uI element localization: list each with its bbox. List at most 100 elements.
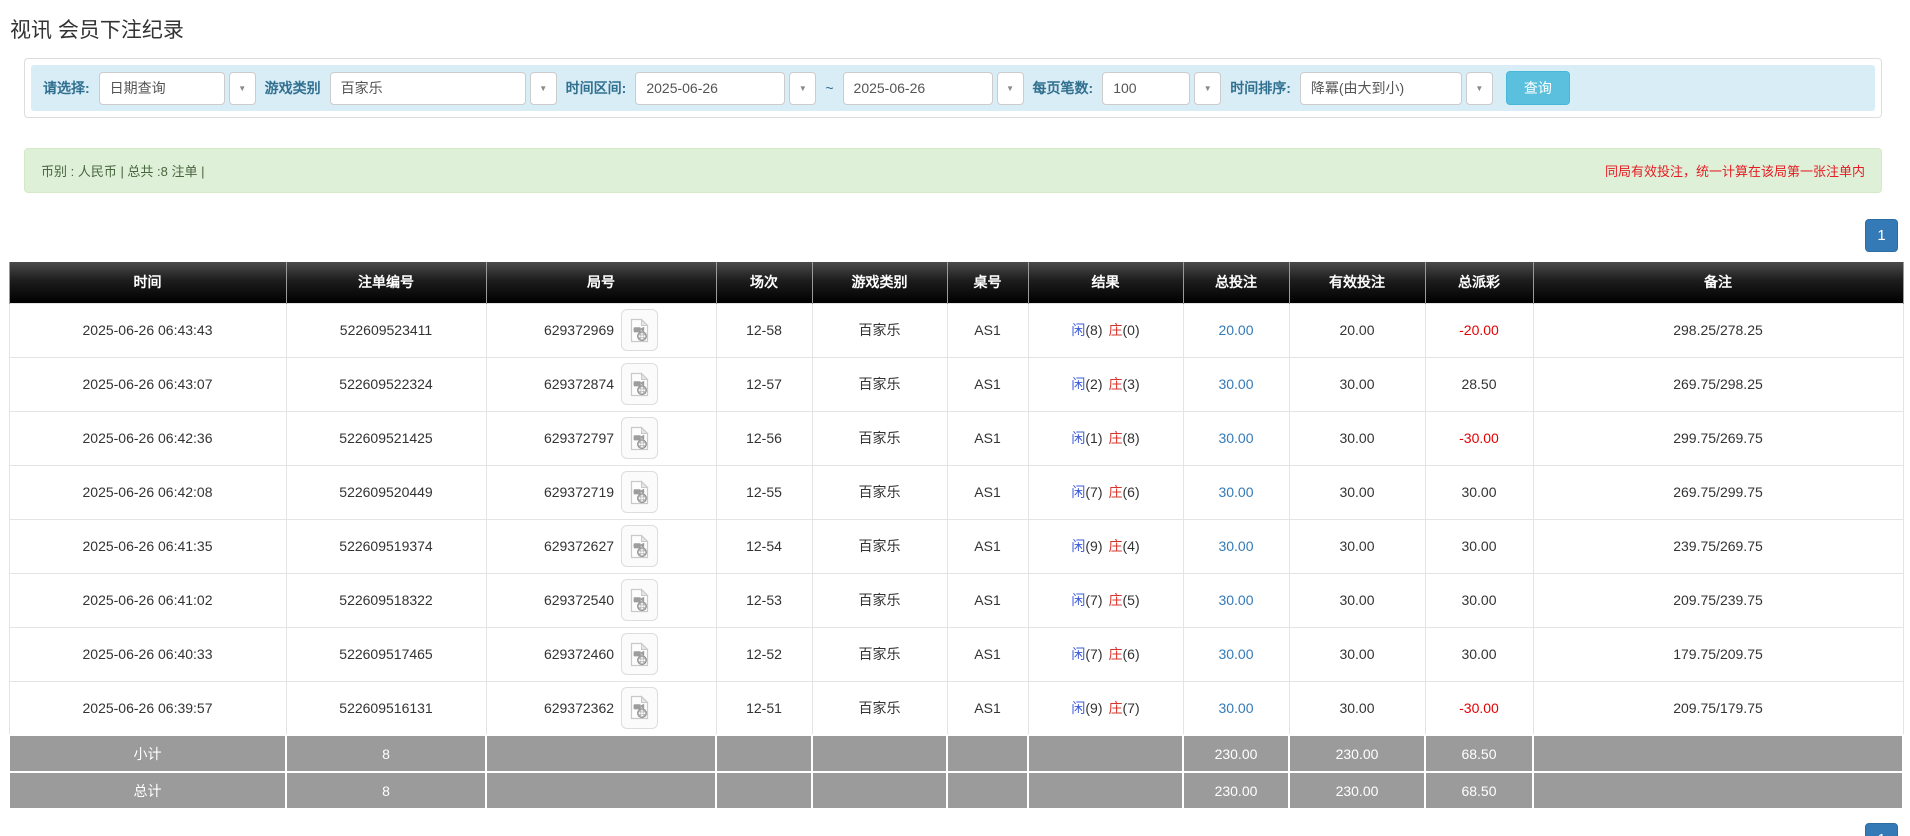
cell-table-no: AS1 <box>946 626 1029 682</box>
search-button[interactable]: 查询 <box>1505 71 1570 105</box>
cell-payout: 28.50 <box>1424 356 1534 412</box>
summary-bar: 币别 : 人民币 | 总共 :8 注单 | 同局有效投注，统一计算在该局第一张注… <box>24 148 1882 193</box>
cell-round-no: 629372797 <box>485 410 717 466</box>
cell-result: 闲(8) 庄(0) <box>1027 302 1184 358</box>
table-row: 2025-06-26 06:43:43 522609523411 6293729… <box>8 302 1904 358</box>
cell-session: 12-57 <box>715 356 813 412</box>
player-score: (9) <box>1085 538 1103 554</box>
round-number: 629372874 <box>543 376 615 392</box>
cell-round-no: 629372460 <box>485 626 717 682</box>
page-1-button[interactable]: 1 <box>1865 823 1898 836</box>
subtotal-payout: 68.50 <box>1424 734 1534 773</box>
cell-result: 闲(7) 庄(6) <box>1027 626 1184 682</box>
total-bet-link[interactable]: 30.00 <box>1218 376 1253 392</box>
total-bet-link[interactable]: 30.00 <box>1218 484 1253 500</box>
cell-bet-id: 522609516131 <box>285 680 487 736</box>
per-page-dropdown-button[interactable]: ▼ <box>1194 71 1222 105</box>
banker-label: 庄 <box>1108 376 1123 392</box>
video-replay-button[interactable] <box>621 417 659 459</box>
video-replay-button[interactable] <box>621 686 659 729</box>
game-type-input[interactable] <box>329 71 526 105</box>
sort-order-label: 时间排序: <box>1230 80 1291 96</box>
player-label: 闲 <box>1071 646 1086 662</box>
select-mode-input[interactable] <box>98 71 225 105</box>
table-header: 时间 注单编号 局号 场次 游戏类别 桌号 结果 总投注 有效投注 总派彩 备注 <box>8 262 1904 303</box>
game-type-dropdown-button[interactable]: ▼ <box>529 71 557 105</box>
game-type-label: 游戏类别 <box>264 80 321 96</box>
valid-bet-notice: 同局有效投注，统一计算在该局第一张注单内 <box>1604 164 1865 179</box>
subtotal-row: 小计 8 230.00 230.00 68.50 <box>8 734 1904 773</box>
total-bet-link[interactable]: 30.00 <box>1218 538 1253 554</box>
cell-round-no: 629372969 <box>485 302 717 358</box>
time-range-label: 时间区间: <box>565 80 627 96</box>
filter-bar: 请选择: ▼ 游戏类别 ▼ 时间区间: ▼ ~ ▼ 每页笔数: ▼ 时间排序: … <box>31 65 1875 111</box>
total-bet-link[interactable]: 30.00 <box>1218 430 1253 446</box>
sort-order-dropdown-button[interactable]: ▼ <box>1465 71 1493 105</box>
video-replay-button[interactable] <box>621 471 659 513</box>
video-replay-icon <box>630 695 649 720</box>
total-bet-link[interactable]: 30.00 <box>1218 700 1253 716</box>
cell-table-no: AS1 <box>946 302 1029 358</box>
select-mode-label: 请选择: <box>43 80 90 96</box>
date-from-input[interactable] <box>635 71 786 105</box>
cell-game-type: 百家乐 <box>811 356 948 412</box>
sort-order-input[interactable] <box>1299 71 1462 105</box>
cell-valid-bet: 30.00 <box>1288 356 1426 412</box>
table-row: 2025-06-26 06:40:33 522609517465 6293724… <box>8 626 1904 682</box>
cell-payout: 30.00 <box>1424 464 1534 520</box>
banker-score: (5) <box>1122 592 1140 608</box>
video-replay-button[interactable] <box>621 363 659 405</box>
video-replay-icon <box>630 425 649 450</box>
subtotal-total-bet: 230.00 <box>1182 734 1290 773</box>
select-mode-dropdown-button[interactable]: ▼ <box>228 71 256 105</box>
player-score: (1) <box>1085 430 1103 446</box>
banker-score: (4) <box>1122 538 1140 554</box>
video-replay-button[interactable] <box>621 579 659 621</box>
per-page-combobox: ▼ <box>1102 71 1222 105</box>
subtotal-label: 小计 <box>8 734 287 773</box>
cell-round-no: 629372719 <box>485 464 717 520</box>
player-label: 闲 <box>1071 699 1086 716</box>
video-replay-button[interactable] <box>621 525 659 567</box>
total-bet-link[interactable]: 20.00 <box>1218 322 1253 338</box>
page-1-button[interactable]: 1 <box>1865 219 1898 252</box>
cell-valid-bet: 30.00 <box>1288 680 1426 736</box>
table-row: 2025-06-26 06:41:02 522609518322 6293725… <box>8 572 1904 628</box>
cell-session: 12-54 <box>715 518 813 574</box>
cell-payout: -30.00 <box>1424 680 1534 736</box>
banker-score: (6) <box>1122 646 1140 662</box>
date-to-combobox: ▼ <box>842 71 1024 105</box>
cell-payout: 30.00 <box>1424 626 1534 682</box>
video-replay-button[interactable] <box>621 309 659 351</box>
cell-bet-id: 522609523411 <box>285 302 487 358</box>
col-header-round-no: 局号 <box>485 262 717 303</box>
date-to-dropdown-button[interactable]: ▼ <box>996 71 1024 105</box>
col-header-game-type: 游戏类别 <box>811 262 948 303</box>
total-bet-link[interactable]: 30.00 <box>1218 592 1253 608</box>
video-replay-button[interactable] <box>621 633 659 675</box>
cell-total-bet: 30.00 <box>1182 572 1290 628</box>
cell-bet-id: 522609518322 <box>285 572 487 628</box>
player-label: 闲 <box>1071 322 1086 338</box>
date-from-dropdown-button[interactable]: ▼ <box>789 71 817 105</box>
cell-game-type: 百家乐 <box>811 572 948 628</box>
cell-table-no: AS1 <box>946 572 1029 628</box>
cell-session: 12-58 <box>715 302 813 358</box>
pagination-bottom: 1 <box>0 823 1898 836</box>
date-to-input[interactable] <box>842 71 993 105</box>
chevron-down-icon: ▼ <box>238 83 247 93</box>
video-replay-icon <box>630 641 649 666</box>
total-label: 总计 <box>8 771 287 810</box>
cell-payout: -30.00 <box>1424 410 1534 466</box>
total-bet-link[interactable]: 30.00 <box>1218 646 1253 662</box>
per-page-input[interactable] <box>1102 71 1191 105</box>
col-header-table-no: 桌号 <box>946 262 1029 303</box>
video-replay-icon <box>630 533 649 558</box>
video-replay-icon <box>630 479 649 504</box>
table-row: 2025-06-26 06:43:07 522609522324 6293728… <box>8 356 1904 412</box>
cell-round-no: 629372874 <box>485 356 717 412</box>
banker-label: 庄 <box>1108 322 1123 338</box>
currency-total-info: 币别 : 人民币 | 总共 :8 注单 | <box>41 164 205 179</box>
table-row: 2025-06-26 06:42:36 522609521425 6293727… <box>8 410 1904 466</box>
banker-label: 庄 <box>1108 538 1123 554</box>
